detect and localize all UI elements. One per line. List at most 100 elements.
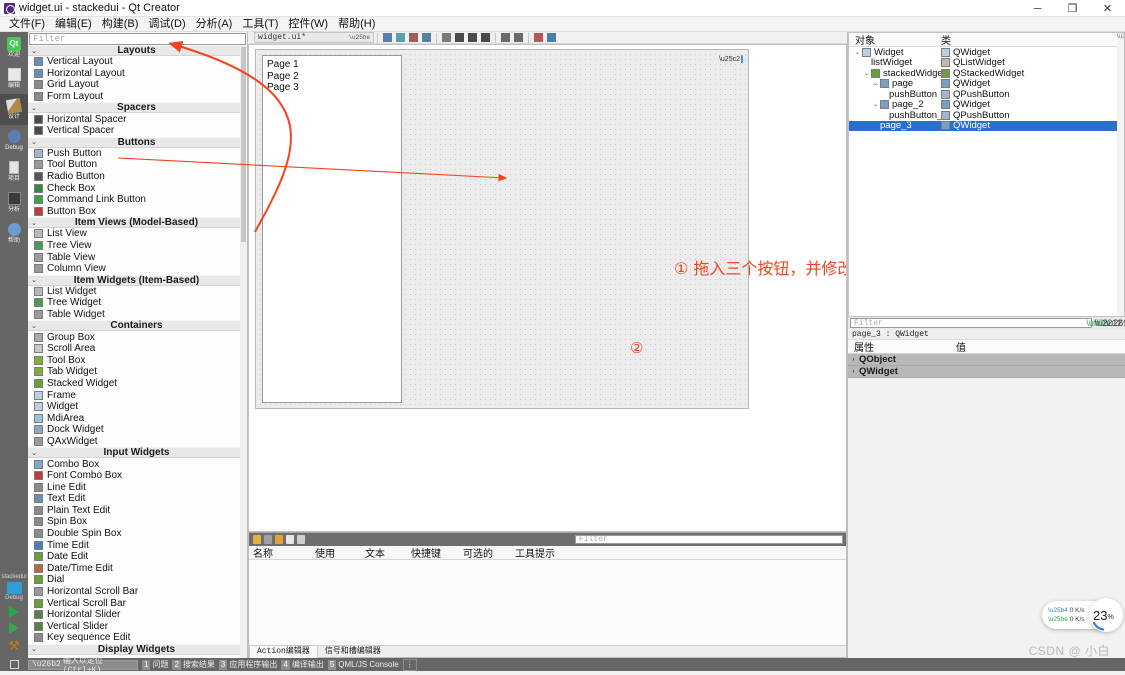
widget-box-filter-input[interactable]: Filter	[29, 33, 246, 45]
widget-item[interactable]: Form Layout	[28, 91, 247, 103]
widget-item[interactable]: Grid Layout	[28, 79, 247, 91]
new-action-icon[interactable]	[253, 535, 261, 544]
selection-handle[interactable]	[741, 55, 743, 63]
expander-icon[interactable]: ⌄	[853, 49, 862, 56]
widget-item[interactable]: Tool Box	[28, 354, 247, 366]
prev-page-arrow-icon[interactable]: \u25c2	[719, 56, 740, 63]
menu-analyze[interactable]: 分析(A)	[191, 17, 238, 32]
widget-item[interactable]: List Widget	[28, 286, 247, 298]
locator-input[interactable]: \u26b2 输入以定位(Ctrl+K)	[28, 657, 138, 675]
list-item[interactable]: Page 2	[267, 71, 401, 83]
widget-item[interactable]: Tree View	[28, 240, 247, 252]
widget-item[interactable]: Font Combo Box	[28, 470, 247, 482]
widget-item[interactable]: Combo Box	[28, 458, 247, 470]
object-tree-row[interactable]: page_3 QWidget	[849, 120, 1124, 131]
form-canvas[interactable]: Page 1Page 2Page 3 \u25c2 ① 拖入三个按钮，并修改文字…	[248, 44, 847, 532]
output-pane-toggle[interactable]	[0, 660, 28, 669]
widget-item[interactable]: Frame	[28, 389, 247, 401]
list-item[interactable]: Page 1	[267, 59, 401, 71]
widget-item[interactable]: Date Edit	[28, 551, 247, 563]
expander-icon[interactable]: ⌄	[871, 101, 880, 108]
widget-item[interactable]: QAxWidget	[28, 436, 247, 448]
chevron-right-icon[interactable]: ›	[848, 357, 859, 363]
close-button[interactable]: ✕	[1090, 0, 1125, 17]
configure-icon[interactable]: \u2692	[1106, 318, 1125, 329]
widget-item[interactable]: Horizontal Spacer	[28, 113, 247, 125]
widget-item[interactable]: Tree Widget	[28, 297, 247, 309]
widget-item[interactable]: Horizontal Slider	[28, 609, 247, 621]
widget-box-scrollbar[interactable]	[240, 45, 247, 658]
output-pane-tab[interactable]: 3 应用程序输出	[218, 659, 277, 670]
menu-edit[interactable]: 编辑(E)	[50, 17, 97, 32]
widget-category-item-views-model-based[interactable]: ⌄ Item Views (Model-Based)	[28, 217, 247, 229]
action-column-header[interactable]: 工具提示	[511, 545, 711, 560]
list-item[interactable]: Page 3	[267, 82, 401, 94]
widget-item[interactable]: Check Box	[28, 182, 247, 194]
delete-action-icon[interactable]	[286, 535, 294, 544]
menu-help[interactable]: 帮助(H)	[333, 17, 380, 32]
widget-item[interactable]: Plain Text Edit	[28, 505, 247, 517]
layout-splitter-horizontal-icon[interactable]	[467, 32, 478, 43]
action-column-header[interactable]: 使用	[311, 545, 361, 560]
mode-设计[interactable]: 设计	[0, 94, 28, 125]
output-pane-tab[interactable]: 5 QML/JS Console	[327, 659, 399, 670]
bottom-tab[interactable]: 信号和槽编辑器	[318, 646, 388, 658]
stacked-widget-selection-handles[interactable]: \u25c2	[719, 54, 743, 64]
widget-item[interactable]: Vertical Spacer	[28, 125, 247, 137]
paste-action-icon[interactable]	[275, 535, 283, 544]
menu-debug[interactable]: 调试(D)	[143, 17, 190, 32]
widget-item[interactable]: Widget	[28, 401, 247, 413]
widget-item[interactable]: Command Link Button	[28, 194, 247, 206]
widget-item[interactable]: Time Edit	[28, 539, 247, 551]
widget-item[interactable]: Line Edit	[28, 481, 247, 493]
widget-item[interactable]: Vertical Scroll Bar	[28, 597, 247, 609]
action-column-header[interactable]: 快捷键	[407, 545, 459, 560]
widget-item[interactable]: Key sequence Edit	[28, 632, 247, 644]
widget-category-item-widgets-item-based[interactable]: ⌄ Item Widgets (Item-Based)	[28, 274, 247, 286]
run-icon[interactable]	[9, 606, 19, 618]
object-tree-row[interactable]: listWidget QListWidget	[849, 57, 1124, 68]
cpu-usage-gauge[interactable]: 23 %	[1089, 598, 1123, 632]
property-group-row[interactable]: › QWidget	[848, 366, 1125, 378]
widget-item[interactable]: Spin Box	[28, 516, 247, 528]
break-layout-icon[interactable]	[533, 32, 544, 43]
object-tree-row[interactable]: pushButton_2 QPushButton	[849, 110, 1124, 121]
widget-item[interactable]: Date/Time Edit	[28, 563, 247, 575]
expander-icon[interactable]: ⌄	[871, 80, 880, 87]
layout-grid-icon[interactable]	[513, 32, 524, 43]
widget-item[interactable]: Tab Widget	[28, 366, 247, 378]
widget-item[interactable]: Table View	[28, 251, 247, 263]
object-tree-row[interactable]: pushButton QPushButton	[849, 89, 1124, 100]
object-inspector-panel[interactable]: 对象 类 ⌄ Widget QWidget listWidget QListWidget…	[848, 32, 1125, 317]
widget-item[interactable]: Radio Button	[28, 171, 247, 183]
output-pane-tab[interactable]: 2 搜索结果	[172, 659, 215, 670]
widget-category-input-widgets[interactable]: ⌄ Input Widgets	[28, 447, 247, 459]
list-widget-preview[interactable]: Page 1 Page 2 Page 3	[262, 55, 402, 403]
widget-item[interactable]: Horizontal Layout	[28, 68, 247, 80]
menu-file[interactable]: 文件(F)	[4, 17, 50, 32]
build-hammer-icon[interactable]: ⚒	[0, 638, 28, 654]
widget-item[interactable]: Text Edit	[28, 493, 247, 505]
edit-widgets-icon[interactable]	[382, 32, 393, 43]
action-column-header[interactable]: 文本	[361, 545, 407, 560]
widget-item[interactable]: Horizontal Scroll Bar	[28, 586, 247, 598]
output-pane-tab[interactable]: 4 编译输出	[281, 659, 324, 670]
layout-vertically-icon[interactable]	[454, 32, 465, 43]
widget-category-buttons[interactable]: ⌄ Buttons	[28, 136, 247, 148]
edit-buddies-icon[interactable]	[408, 32, 419, 43]
widget-box-list[interactable]: ⌄ Layouts Vertical Layout Horizontal Layout…	[28, 45, 247, 658]
copy-action-icon[interactable]	[264, 535, 272, 544]
widget-item[interactable]: Button Box	[28, 206, 247, 218]
widget-item[interactable]: Dock Widget	[28, 424, 247, 436]
action-column-header[interactable]: 名称	[249, 545, 311, 560]
maximize-button[interactable]: ❐	[1055, 0, 1090, 17]
mode-帮助[interactable]: 帮助	[0, 218, 28, 249]
layout-splitter-vertical-icon[interactable]	[480, 32, 491, 43]
widget-category-containers[interactable]: ⌄ Containers	[28, 320, 247, 332]
widget-item[interactable]: Table Widget	[28, 309, 247, 321]
toggle-output-icon[interactable]	[9, 660, 19, 669]
widget-item[interactable]: Double Spin Box	[28, 528, 247, 540]
property-filter-input[interactable]: Filter	[850, 318, 1092, 328]
document-selector-combo[interactable]: widget.ui* \u25be	[254, 32, 374, 43]
widget-item[interactable]: Dial	[28, 574, 247, 586]
